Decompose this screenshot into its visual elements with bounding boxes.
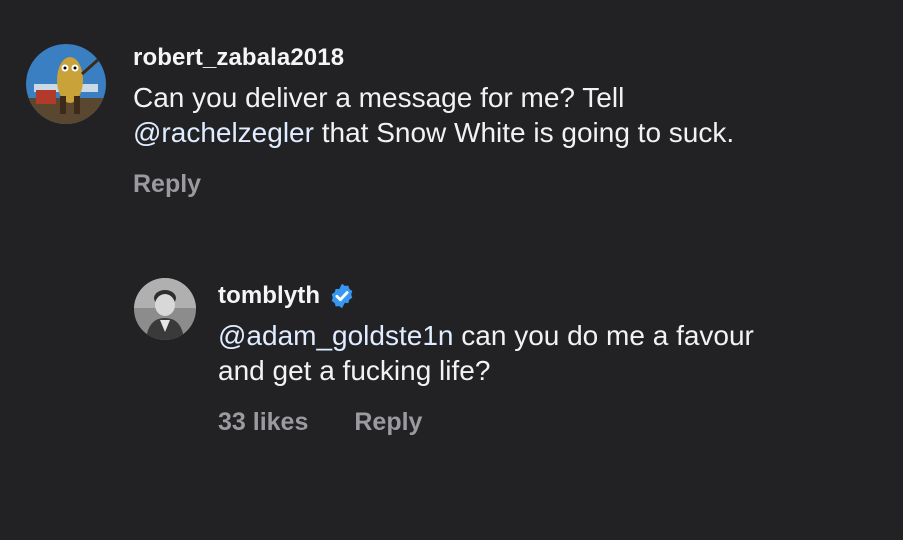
comment-text: Can you deliver a message for me? Tell @… xyxy=(133,80,734,150)
comment-text-line1: Can you deliver a message for me? Tell xyxy=(133,82,625,113)
comment-item: robert_zabala2018 Can you deliver a mess… xyxy=(26,44,734,199)
avatar[interactable] xyxy=(26,44,106,124)
likes-count[interactable]: 33 likes xyxy=(218,408,308,437)
reply-button[interactable]: Reply xyxy=(133,170,201,199)
avatar-image xyxy=(134,278,196,340)
comment-username[interactable]: robert_zabala2018 xyxy=(133,44,344,72)
reply-item: tomblyth @adam_goldste1n can you do me a… xyxy=(134,278,754,437)
reply-mention-link[interactable]: @adam_goldste1n xyxy=(218,320,453,351)
comment-mention-link[interactable]: @rachelzegler xyxy=(133,117,314,148)
reply-text: @adam_goldste1n can you do me a favour a… xyxy=(218,318,754,388)
reply-button[interactable]: Reply xyxy=(354,408,422,437)
comment-text-line2: that Snow White is going to suck. xyxy=(313,117,735,148)
reply-username[interactable]: tomblyth xyxy=(218,282,320,310)
reply-text-line2: and get a fucking life? xyxy=(218,355,491,386)
reply-text-line1: can you do me a favour xyxy=(453,320,754,351)
avatar-image xyxy=(26,44,106,124)
avatar[interactable] xyxy=(134,278,196,340)
verified-badge-icon xyxy=(328,282,356,310)
